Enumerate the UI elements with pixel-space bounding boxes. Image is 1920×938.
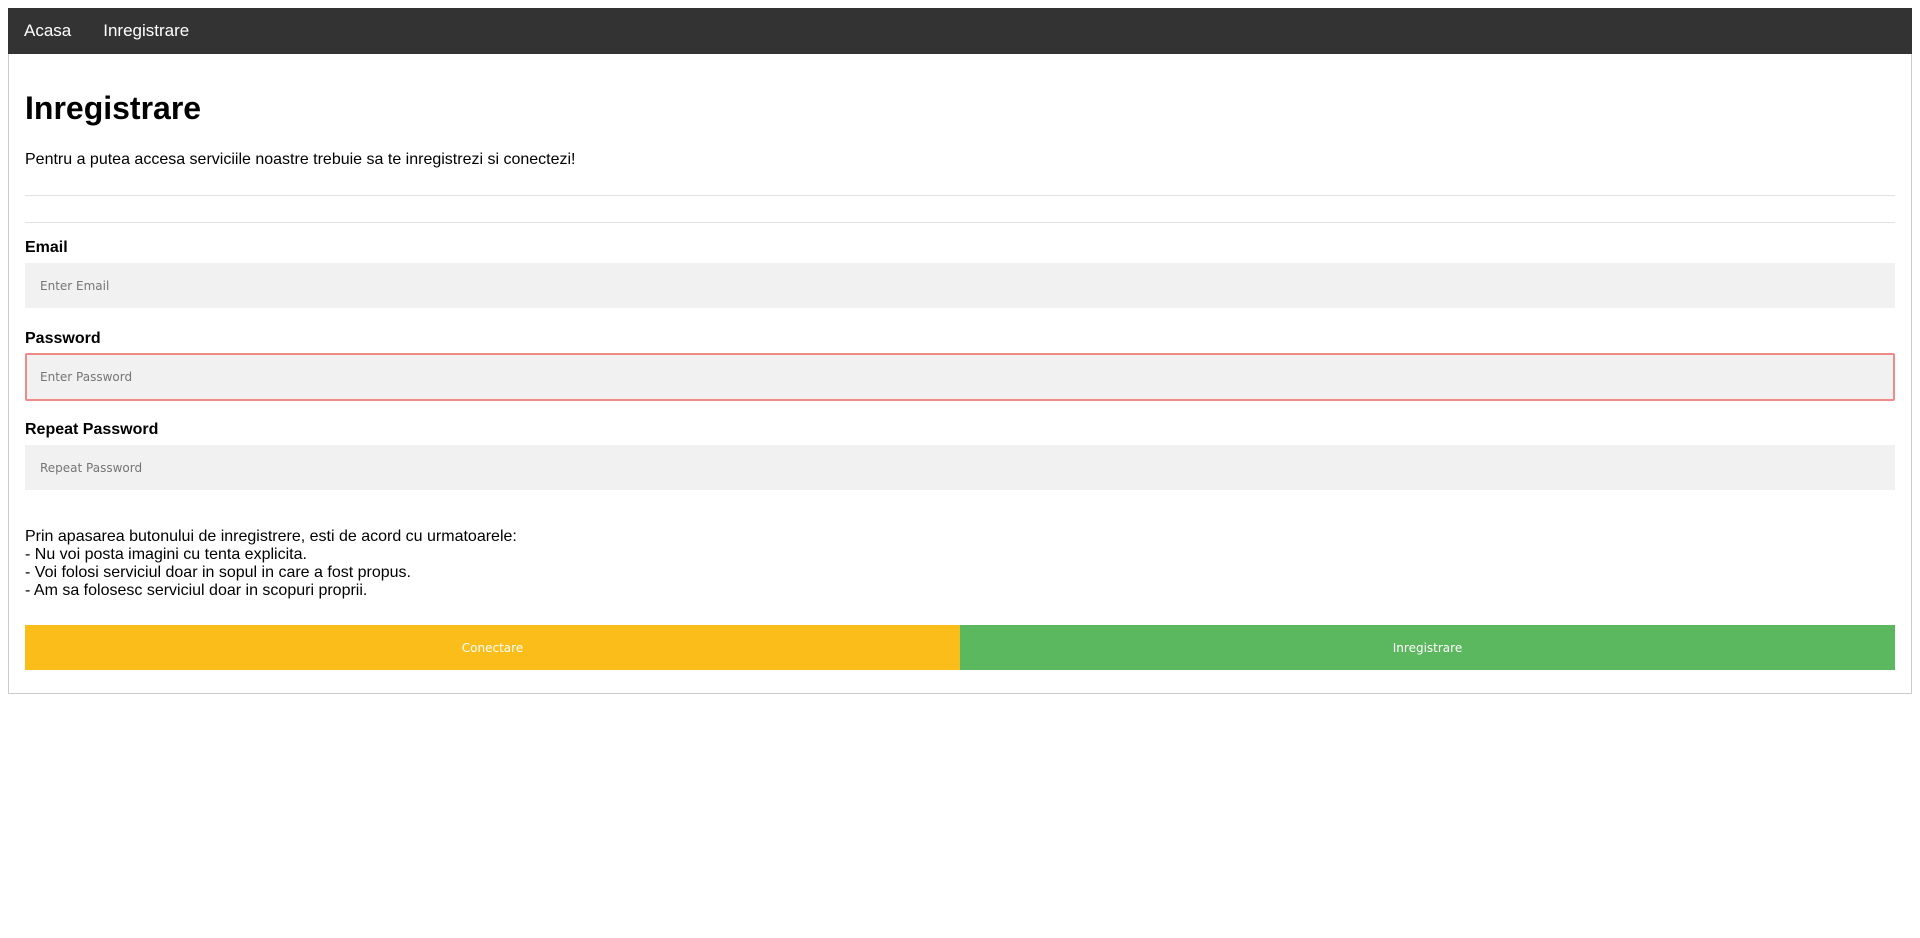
page-subtitle: Pentru a putea accesa serviciile noastre… bbox=[25, 151, 576, 168]
page-title: Inregistrare bbox=[25, 90, 202, 126]
divider-second bbox=[25, 222, 1895, 223]
nav-link-inregistrare[interactable]: Inregistrare bbox=[87, 8, 205, 54]
login-button[interactable]: Conectare bbox=[25, 625, 960, 670]
terms-item: - Voi folosi serviciul doar in sopul in … bbox=[25, 564, 411, 581]
page: Acasa Inregistrare Inregistrare Pentru a… bbox=[0, 0, 1920, 938]
password-field[interactable] bbox=[25, 353, 1895, 401]
terms-intro: Prin apasarea butonului de inregistrere,… bbox=[25, 528, 517, 545]
terms-text: Prin apasarea butonului de inregistrere,… bbox=[25, 528, 517, 600]
registration-form: Inregistrare Pentru a putea accesa servi… bbox=[8, 54, 1912, 694]
repeat-password-field[interactable] bbox=[25, 445, 1895, 490]
password-label: Password bbox=[25, 330, 101, 347]
terms-item: - Am sa folosesc serviciul doar in scopu… bbox=[25, 582, 368, 599]
email-label: Email bbox=[25, 239, 68, 256]
divider-top bbox=[25, 195, 1895, 196]
repeat-password-label: Repeat Password bbox=[25, 421, 159, 438]
terms-item: - Nu voi posta imagini cu tenta explicit… bbox=[25, 546, 307, 563]
email-field[interactable] bbox=[25, 263, 1895, 308]
top-navigation-bar: Acasa Inregistrare bbox=[8, 8, 1912, 54]
nav-link-acasa[interactable]: Acasa bbox=[8, 8, 87, 54]
register-button[interactable]: Inregistrare bbox=[960, 625, 1895, 670]
